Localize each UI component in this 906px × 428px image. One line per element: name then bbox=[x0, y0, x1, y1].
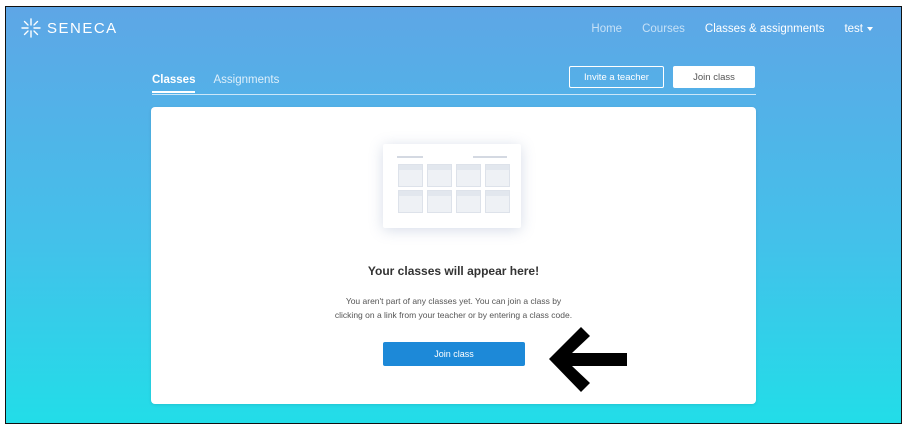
top-nav: Home Courses Classes & assignments test bbox=[571, 23, 873, 35]
invite-teacher-button[interactable]: Invite a teacher bbox=[569, 66, 664, 88]
app-window: SENECA Home Courses Classes & assignment… bbox=[5, 6, 902, 424]
brand-name: SENECA bbox=[47, 19, 118, 37]
seneca-logo[interactable]: SENECA bbox=[20, 17, 118, 39]
tab-assignments[interactable]: Assignments bbox=[213, 74, 279, 93]
caret-down-icon bbox=[867, 27, 873, 31]
empty-state-description: You aren't part of any classes yet. You … bbox=[151, 294, 756, 322]
join-class-button[interactable]: Join class bbox=[383, 342, 525, 366]
tab-classes[interactable]: Classes bbox=[152, 74, 196, 93]
tab-bar: Classes Assignments bbox=[152, 74, 297, 93]
user-menu[interactable]: test bbox=[844, 23, 873, 35]
nav-classes-assignments[interactable]: Classes & assignments bbox=[705, 23, 825, 35]
nav-courses[interactable]: Courses bbox=[642, 23, 685, 35]
join-class-header-button[interactable]: Join class bbox=[673, 66, 755, 88]
tab-divider bbox=[152, 94, 756, 95]
classes-illustration bbox=[383, 144, 521, 228]
left-arrow-icon bbox=[549, 327, 627, 392]
seneca-logo-icon bbox=[21, 18, 41, 38]
empty-state-heading: Your classes will appear here! bbox=[367, 264, 540, 278]
user-name: test bbox=[844, 23, 863, 35]
description-line-1: You aren't part of any classes yet. You … bbox=[345, 296, 562, 306]
empty-state-card: Your classes will appear here! You aren'… bbox=[151, 107, 756, 404]
nav-home[interactable]: Home bbox=[591, 23, 622, 35]
description-line-2: clicking on a link from your teacher or … bbox=[334, 310, 573, 320]
